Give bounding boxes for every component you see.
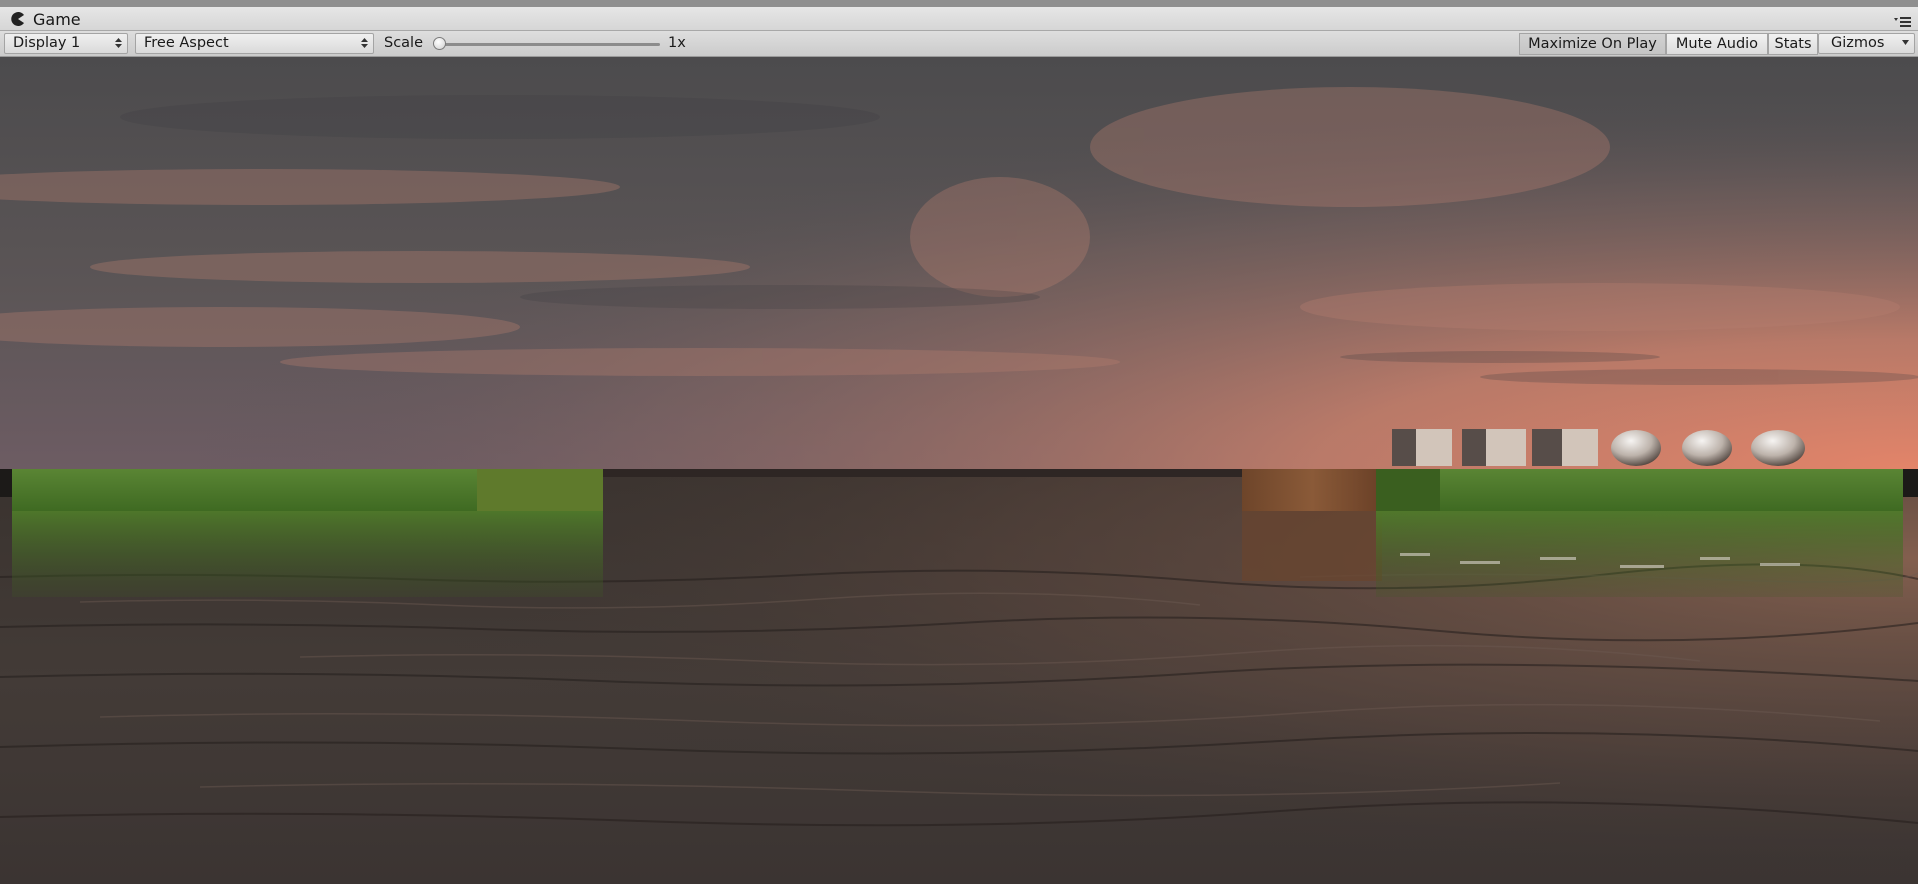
scale-slider-thumb[interactable]	[433, 37, 446, 50]
scene-spheres	[1611, 430, 1805, 466]
tab-game[interactable]: Game	[33, 10, 81, 29]
window-top-strip	[0, 0, 1918, 7]
scene-cubes	[1392, 429, 1598, 466]
scale-label: Scale	[384, 35, 424, 51]
game-viewport[interactable]	[0, 57, 1918, 884]
updown-arrows-icon	[361, 38, 368, 48]
stats-button[interactable]: Stats	[1768, 33, 1818, 55]
mute-audio-button[interactable]: Mute Audio	[1666, 33, 1768, 55]
game-scene	[0, 57, 1918, 884]
pacman-game-icon	[11, 12, 24, 26]
display-select[interactable]: Display 1	[4, 33, 128, 54]
gizmos-dropdown[interactable]: Gizmos	[1818, 33, 1915, 54]
gizmos-label: Gizmos	[1831, 35, 1885, 51]
scale-slider-track[interactable]	[440, 43, 660, 46]
aspect-select[interactable]: Free Aspect	[135, 33, 374, 54]
scale-value: 1x	[668, 35, 686, 51]
panel-menu-icon[interactable]	[1894, 15, 1912, 29]
game-toolbar: Display 1 Free Aspect Scale 1x Maximize …	[0, 31, 1918, 57]
aspect-select-value: Free Aspect	[144, 35, 229, 51]
maximize-on-play-button[interactable]: Maximize On Play	[1519, 33, 1666, 55]
tab-bar: Game	[0, 7, 1918, 31]
chevron-down-icon	[1902, 40, 1909, 45]
display-select-value: Display 1	[13, 35, 81, 51]
game-window: Game Display 1 Free Aspect Scale 1x Maxi…	[0, 0, 1918, 884]
updown-arrows-icon	[115, 38, 122, 48]
